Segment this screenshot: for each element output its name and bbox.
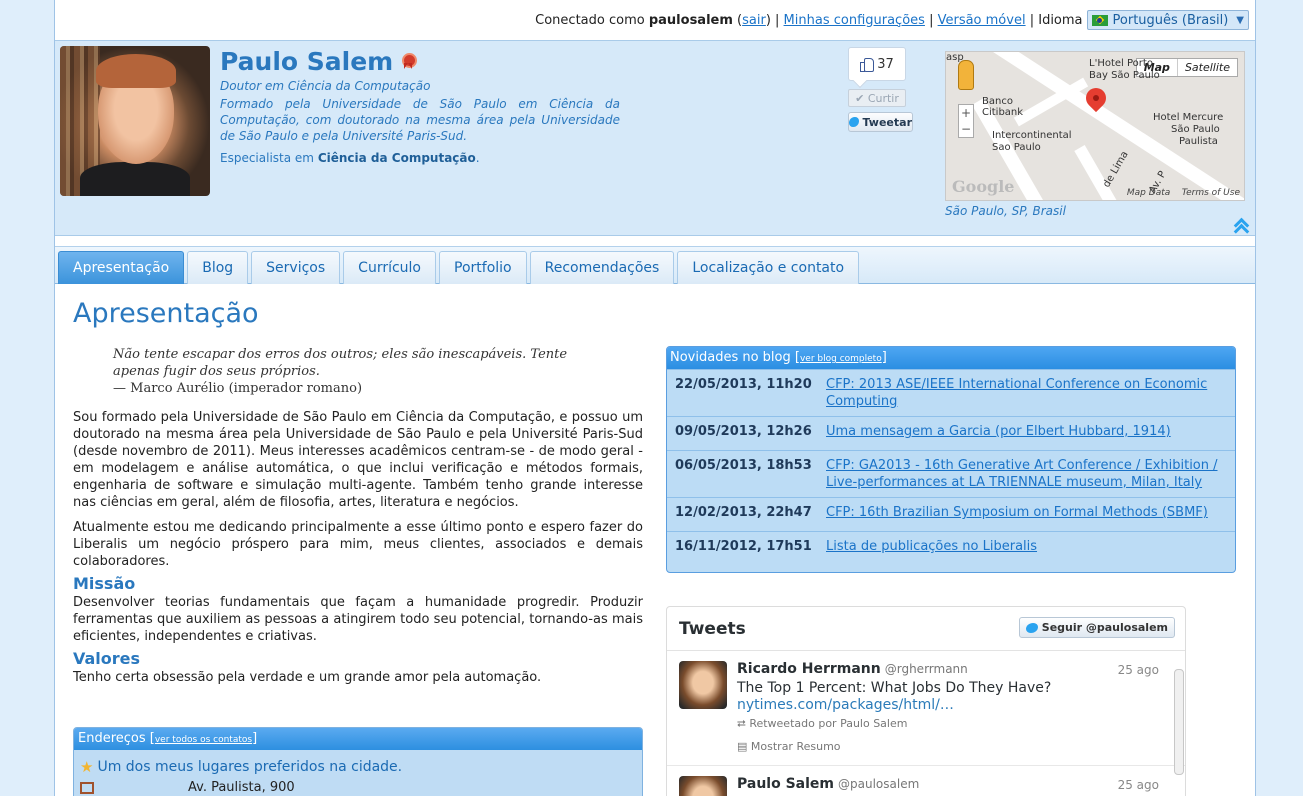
award-ribbon-icon [401, 52, 418, 71]
tab-bar: Apresentação Blog Serviços Currículo Por… [55, 246, 1255, 284]
tweet-text: The Top 1 Percent: What Jobs Do They Hav… [737, 680, 1052, 696]
tweet-avatar[interactable] [679, 661, 727, 709]
profile-name: Paulo Salem [220, 47, 418, 76]
tab-apresentacao[interactable]: Apresentação [58, 251, 185, 284]
full-blog-link[interactable]: ver blog completo [800, 354, 882, 364]
tweet-author[interactable]: Paulo Salem @paulosalem [737, 776, 919, 792]
profile-specialty: Especialista em Ciência da Computação. [220, 151, 480, 165]
blog-post-date: 16/11/2012, 17h51 [675, 539, 812, 554]
tweet-time[interactable]: 25 ago [1118, 778, 1159, 792]
show-summary-button[interactable]: ▤ Mostrar Resumo [737, 740, 841, 753]
follow-button[interactable]: Seguir @paulosalem [1018, 617, 1175, 638]
tab-servicos[interactable]: Serviços [251, 251, 341, 284]
presentation-text: Sou formado pela Universidade de São Pau… [73, 409, 643, 694]
quote-text: Não tente escapar dos erros dos outros; … [113, 347, 568, 379]
like-count-box: 37 [848, 47, 906, 81]
tweet-author[interactable]: Ricardo Herrmann @rgherrmann [737, 661, 968, 677]
blog-post-date: 09/05/2013, 12h26 [675, 424, 812, 439]
blog-post-link[interactable]: CFP: 2013 ASE/IEEE International Confere… [826, 376, 1227, 410]
blog-news-header: Novidades no blog [ver blog completo] [667, 347, 1235, 369]
blog-post-link[interactable]: CFP: GA2013 - 16th Generative Art Confer… [826, 457, 1227, 491]
blog-news-box: Novidades no blog [ver blog completo] 22… [666, 346, 1236, 573]
blog-post-link[interactable]: Uma mensagem a Garcia (por Elbert Hubbar… [826, 423, 1171, 444]
map-attribution[interactable]: Map Data Terms of Use [1127, 188, 1240, 198]
like-count: 37 [877, 56, 894, 72]
map-zoom-control[interactable]: + − [958, 104, 974, 138]
retweet-info: ⮂ Retweetado por Paulo Salem [737, 717, 908, 730]
street-view-pegman-icon[interactable] [958, 60, 974, 90]
quote-author: — Marco Aurélio (imperador romano) [113, 381, 363, 396]
favorite-place: ★ Um dos meus lugares preferidos na cida… [80, 758, 403, 776]
twitter-bird-icon [849, 117, 859, 127]
mission-heading: Missão [73, 574, 136, 593]
blog-post-row: 16/11/2012, 17h51 Lista de publicações n… [667, 531, 1235, 565]
values-text: Tenho certa obsessão pela verdade e um g… [73, 670, 542, 685]
brazil-flag-icon [1091, 14, 1108, 26]
blog-post-row: 22/05/2013, 11h20 CFP: 2013 ASE/IEEE Int… [667, 369, 1235, 416]
language-value: Português (Brasil) [1112, 12, 1229, 28]
all-contacts-link[interactable]: ver todos os contatos [155, 735, 252, 745]
blog-post-row: 06/05/2013, 18h53 CFP: GA2013 - 16th Gen… [667, 450, 1235, 497]
logout-link[interactable]: sair [742, 13, 766, 28]
chevron-down-icon: ▼ [1236, 14, 1244, 26]
settings-link[interactable]: Minhas configurações [784, 13, 925, 28]
summary-icon: ▤ [737, 740, 748, 753]
twitter-timeline: Tweets Seguir @paulosalem Ricardo Herrma… [666, 606, 1186, 796]
connected-label: Conectado como [535, 12, 645, 28]
address-line: Av. Paulista, 900 [74, 780, 642, 795]
blog-post-link[interactable]: CFP: 16th Brazilian Symposium on Formal … [826, 504, 1208, 525]
profile-header: Paulo Salem Doutor em Ciência da Computa… [55, 40, 1255, 236]
tab-localizacao[interactable]: Localização e contato [677, 251, 860, 284]
google-logo: Google [952, 177, 1015, 196]
tab-blog[interactable]: Blog [187, 251, 249, 284]
twitter-bird-icon [1025, 622, 1038, 633]
account-bar: Conectado como paulosalem (sair) | Minha… [535, 10, 1249, 30]
star-icon: ★ [80, 758, 94, 776]
tab-curriculo[interactable]: Currículo [343, 251, 437, 284]
mission-text: Desenvolver teorias fundamentais que faç… [73, 595, 643, 644]
tweet-button[interactable]: Tweetar [848, 112, 913, 132]
profile-bio: Formado pela Universidade de São Paulo e… [220, 97, 620, 143]
tab-portfolio[interactable]: Portfolio [439, 251, 527, 284]
retweet-icon: ⮂ [737, 717, 746, 730]
thumbs-up-icon [860, 58, 875, 72]
page-frame: Conectado como paulosalem (sair) | Minha… [54, 0, 1256, 796]
tweet-item: Paulo Salem @paulosalem 25 ago [667, 766, 1185, 796]
blog-post-row: 12/02/2013, 22h47 CFP: 16th Brazilian Sy… [667, 497, 1235, 531]
like-button[interactable]: ✔ Curtir [848, 89, 906, 107]
addresses-box: Endereços [ver todos os contatos] ★ Um d… [73, 727, 643, 796]
mobile-version-link[interactable]: Versão móvel [938, 13, 1026, 28]
blog-post-link[interactable]: Lista de publicações no Liberalis [826, 538, 1037, 559]
blog-post-date: 22/05/2013, 11h20 [675, 377, 812, 392]
language-label: Idioma [1038, 12, 1083, 28]
tweet-avatar[interactable] [679, 776, 727, 796]
tweet-item: Ricardo Herrmann @rgherrmann 25 ago The T… [667, 651, 1185, 766]
values-heading: Valores [73, 649, 141, 668]
addresses-header: Endereços [ver todos os contatos] [74, 728, 642, 750]
current-focus-paragraph: Atualmente estou me dedicando principalm… [73, 520, 643, 569]
location-map[interactable]: + − Map Satellite asp L'Hotel Porto Bay S… [945, 51, 1245, 201]
intro-paragraph: Sou formado pela Universidade de São Pau… [73, 410, 643, 510]
tweet-time[interactable]: 25 ago [1118, 663, 1159, 677]
blog-post-date: 06/05/2013, 18h53 [675, 458, 812, 473]
language-select[interactable]: Português (Brasil) ▼ [1086, 10, 1249, 30]
username: paulosalem [648, 12, 733, 28]
map-type-satellite[interactable]: Satellite [1178, 59, 1237, 76]
home-icon [80, 781, 94, 794]
collapse-header-icon[interactable] [1233, 217, 1249, 231]
profile-title: Doutor em Ciência da Computação [220, 79, 431, 93]
profile-photo [60, 46, 210, 196]
blog-post-row: 09/05/2013, 12h26 Uma mensagem a Garcia … [667, 416, 1235, 450]
tweet-link[interactable]: nytimes.com/packages/html/… [737, 697, 954, 713]
tweets-scrollbar[interactable] [1173, 653, 1184, 775]
page-title: Apresentação [73, 298, 259, 329]
quote-block: Não tente escapar dos erros dos outros; … [113, 346, 593, 397]
blog-post-date: 12/02/2013, 22h47 [675, 505, 812, 520]
top-bar: Conectado como paulosalem (sair) | Minha… [55, 0, 1255, 40]
tab-recomendacoes[interactable]: Recomendações [529, 251, 675, 284]
tweets-title: Tweets [679, 619, 746, 639]
map-caption: São Paulo, SP, Brasil [945, 204, 1066, 218]
tweets-header: Tweets Seguir @paulosalem [667, 607, 1185, 651]
